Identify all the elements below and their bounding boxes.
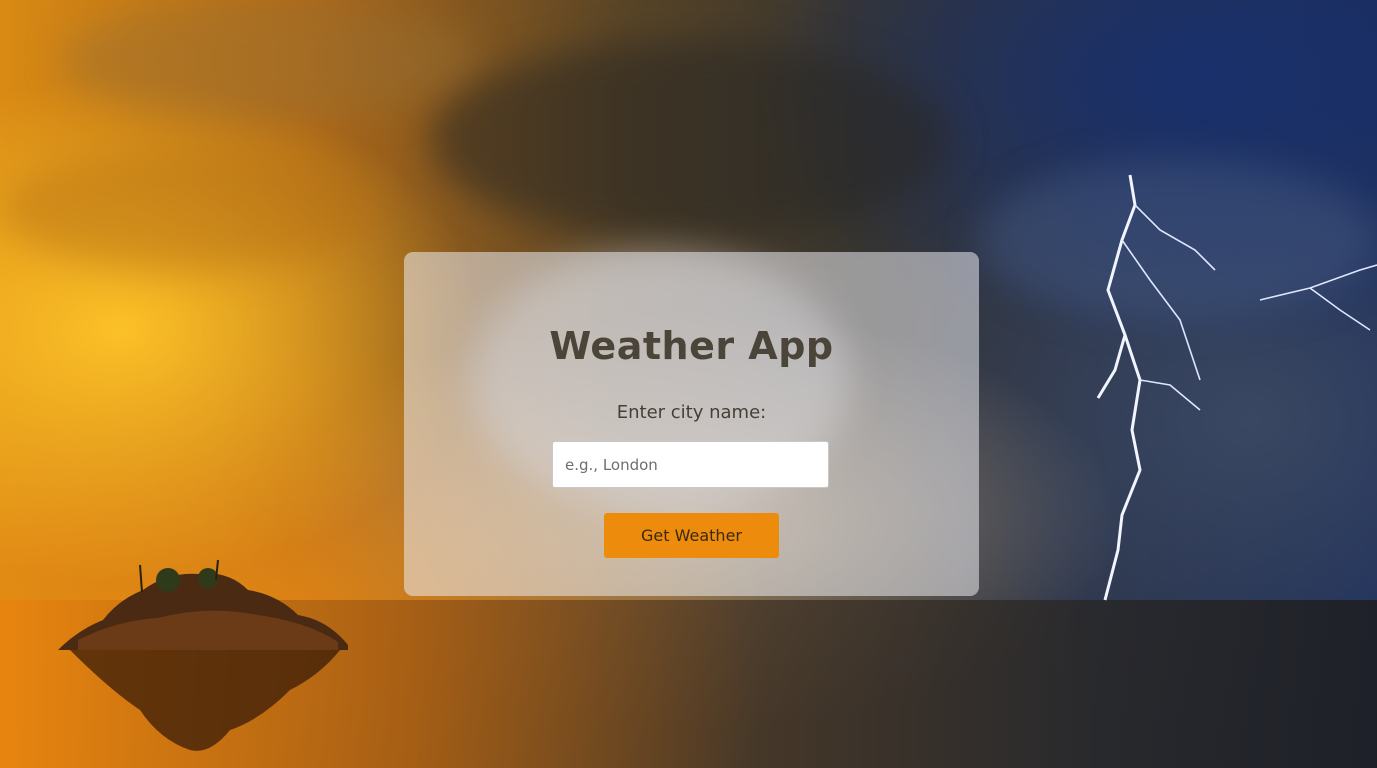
island-reflection [70,650,340,751]
island-image [58,560,348,650]
weather-form-card: Weather App Enter city name: Get Weather [404,252,979,596]
city-input-label: Enter city name: [616,402,767,423]
city-search-input[interactable] [552,441,829,488]
cloud-band [430,40,950,240]
cloud-band [0,150,380,270]
get-weather-button[interactable]: Get Weather [604,513,779,558]
lightning-bolt [1096,174,1377,601]
cloud-band [60,0,480,120]
page-title: Weather App [549,324,834,368]
